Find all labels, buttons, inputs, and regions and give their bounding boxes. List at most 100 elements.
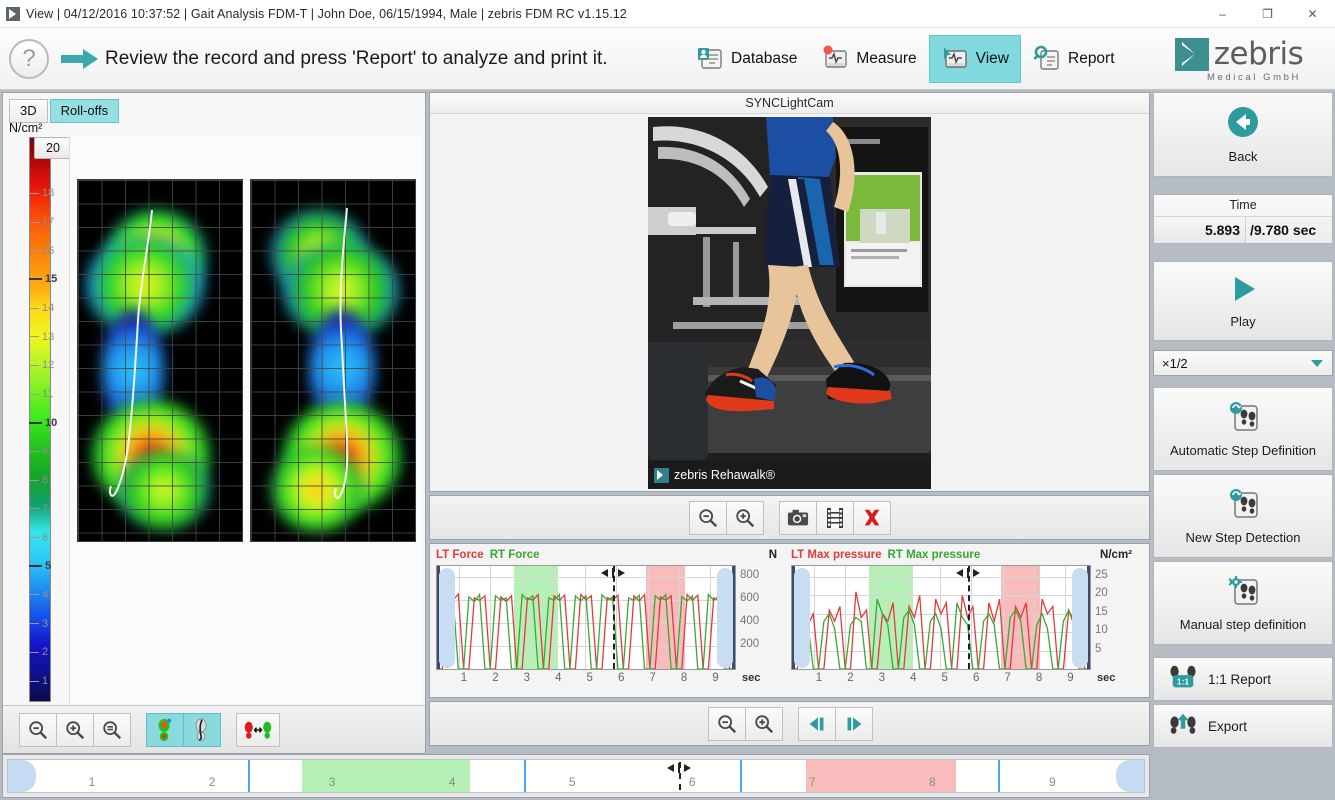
chart-end-handle[interactable]	[717, 568, 733, 668]
timeline-marker[interactable]	[740, 760, 743, 792]
timeline-zone-green[interactable]	[302, 760, 471, 792]
center-column: SYNCLightCam zebris Rehawalk® LT Force R…	[429, 92, 1150, 754]
signal-charts: LT Force RT Force N 1 2 3 4 5 6 7 8 9 sec 800 600 4…	[429, 543, 1150, 698]
right-footprint[interactable]	[250, 179, 416, 542]
colorbar-tick-17: 17	[29, 216, 54, 228]
timeline-tick-3: 3	[328, 775, 336, 789]
playback-speed-select[interactable]: ×1/2	[1153, 350, 1333, 376]
play-icon	[1227, 274, 1259, 309]
measure-icon	[821, 45, 849, 73]
footprint-display[interactable]	[69, 137, 422, 703]
chart-xtick-5: 5	[586, 672, 593, 684]
tab-measure[interactable]: Measure	[809, 35, 928, 83]
pressure-plot-area[interactable]	[791, 565, 1091, 670]
video-watermark-text: zebris Rehawalk®	[674, 468, 775, 482]
timeline-scrubber[interactable]: 1 2 3 4 5 6 7 8 9	[2, 754, 1150, 798]
tab-view[interactable]: View	[928, 35, 1021, 83]
export-icon	[1168, 710, 1198, 743]
chart-ytick-10: 10	[1095, 624, 1108, 637]
video-zoom-out-button[interactable]	[689, 500, 727, 535]
chart-ytick-20: 20	[1095, 587, 1108, 600]
export-button[interactable]: Export	[1153, 704, 1333, 748]
chart-xtick-4: 4	[910, 672, 917, 684]
chart-xtick-1: 1	[815, 672, 823, 684]
app-icon	[0, 0, 26, 28]
colorbar-tick-7: 7	[29, 503, 48, 515]
tab-report-label: Report	[1068, 50, 1115, 67]
step-forward-button[interactable]	[834, 706, 873, 741]
video-zoom-in-button[interactable]	[726, 500, 764, 535]
time-total: /9.780 sec	[1250, 222, 1317, 238]
video-watermark: zebris Rehawalk®	[648, 461, 931, 489]
report-1to1-button[interactable]: 1:1 1:1 Report	[1153, 657, 1333, 701]
video-panel-title: SYNCLightCam	[430, 93, 1149, 114]
new-step-detection-label: New Step Detection	[1185, 529, 1301, 545]
chart-time-cursor[interactable]	[967, 566, 970, 669]
tab-view-label: View	[975, 50, 1009, 67]
time-current[interactable]: 5.893	[1154, 217, 1246, 243]
left-footprint[interactable]	[77, 179, 243, 542]
delete-button[interactable]	[853, 500, 891, 535]
snapshot-button[interactable]	[779, 500, 817, 535]
tab-database[interactable]: Database	[684, 35, 809, 83]
tab-database-label: Database	[731, 50, 798, 67]
timeline-start-cap[interactable]	[8, 760, 36, 792]
pressure-chart-unit: N/cm²	[1100, 549, 1132, 561]
back-arrow-icon	[1226, 105, 1260, 144]
manual-step-definition-button[interactable]: Manual step definition	[1153, 561, 1333, 645]
rolloff-tabs: 3D Roll-offs	[9, 99, 120, 123]
zoom-out-button[interactable]	[19, 712, 57, 747]
minimize-button[interactable]: –	[1200, 0, 1245, 28]
automatic-step-definition-button[interactable]: Automatic Step Definition	[1153, 387, 1333, 471]
pressure-x-unit: sec	[1097, 672, 1116, 684]
restore-button[interactable]: ❐	[1245, 0, 1290, 28]
colorbar-tick-3: 3	[29, 618, 48, 630]
help-icon[interactable]: ?	[9, 38, 49, 79]
chart-ytick-25: 25	[1095, 569, 1108, 582]
chart-xtick-1: 1	[460, 672, 468, 684]
timeline-end-cap[interactable]	[1116, 760, 1144, 792]
pressure-chart: LT Max pressure RT Max pressure N/cm² 1 2 3…	[785, 544, 1140, 697]
chart-end-handle[interactable]	[1072, 568, 1088, 668]
tab-3d[interactable]: 3D	[9, 99, 48, 123]
center-of-pressure-line	[333, 207, 349, 499]
colorbar-tick-15: 15	[29, 273, 57, 285]
foot-view-group	[146, 712, 221, 747]
arrow-right-icon	[61, 48, 99, 70]
step-back-button[interactable]	[797, 706, 836, 741]
video-frame[interactable]: zebris Rehawalk®	[648, 117, 931, 489]
new-step-detection-button[interactable]: New Step Detection	[1153, 474, 1333, 558]
automatic-step-definition-label: Automatic Step Definition	[1170, 442, 1316, 458]
zoom-in-button[interactable]	[56, 712, 94, 747]
chart-zoom-in-button[interactable]	[744, 706, 783, 741]
tab-report[interactable]: Report	[1021, 35, 1127, 83]
film-button[interactable]	[816, 500, 854, 535]
colorbar-max-value[interactable]: 20	[34, 137, 72, 159]
chart-time-cursor[interactable]	[612, 566, 615, 669]
chart-start-handle[interactable]	[439, 568, 455, 668]
zoom-fit-button[interactable]	[93, 712, 131, 747]
colorbar-tick-6: 6	[29, 532, 48, 544]
timeline-marker[interactable]	[524, 760, 527, 792]
timeline-track[interactable]: 1 2 3 4 5 6 7 8 9	[7, 759, 1145, 793]
chart-zoom-out-button[interactable]	[707, 706, 746, 741]
svg-text:1:1: 1:1	[1177, 676, 1189, 686]
swap-feet-button[interactable]	[236, 712, 280, 747]
chart-start-handle[interactable]	[794, 568, 810, 668]
cop-view-button[interactable]	[183, 712, 221, 747]
force-plot-area[interactable]	[436, 565, 736, 670]
close-button[interactable]: ✕	[1290, 0, 1335, 28]
back-button[interactable]: Back	[1153, 92, 1333, 177]
timeline-marker[interactable]	[248, 760, 251, 792]
timeline-marker[interactable]	[998, 760, 1001, 792]
view-icon	[941, 45, 969, 73]
colorbar-tick-11: 11	[29, 388, 53, 400]
tab-rolloffs[interactable]: Roll-offs	[49, 99, 120, 123]
instruction-text: Review the record and press 'Report' to …	[105, 47, 608, 69]
chart-cursor-handle-icon	[955, 566, 981, 578]
pressure-view-button[interactable]	[146, 712, 184, 747]
chart-xtick-6: 6	[972, 672, 980, 684]
play-button[interactable]: Play	[1153, 261, 1333, 341]
chart-series-group	[437, 592, 735, 669]
force-chart: LT Force RT Force N 1 2 3 4 5 6 7 8 9 sec 800 600 4…	[430, 544, 785, 697]
